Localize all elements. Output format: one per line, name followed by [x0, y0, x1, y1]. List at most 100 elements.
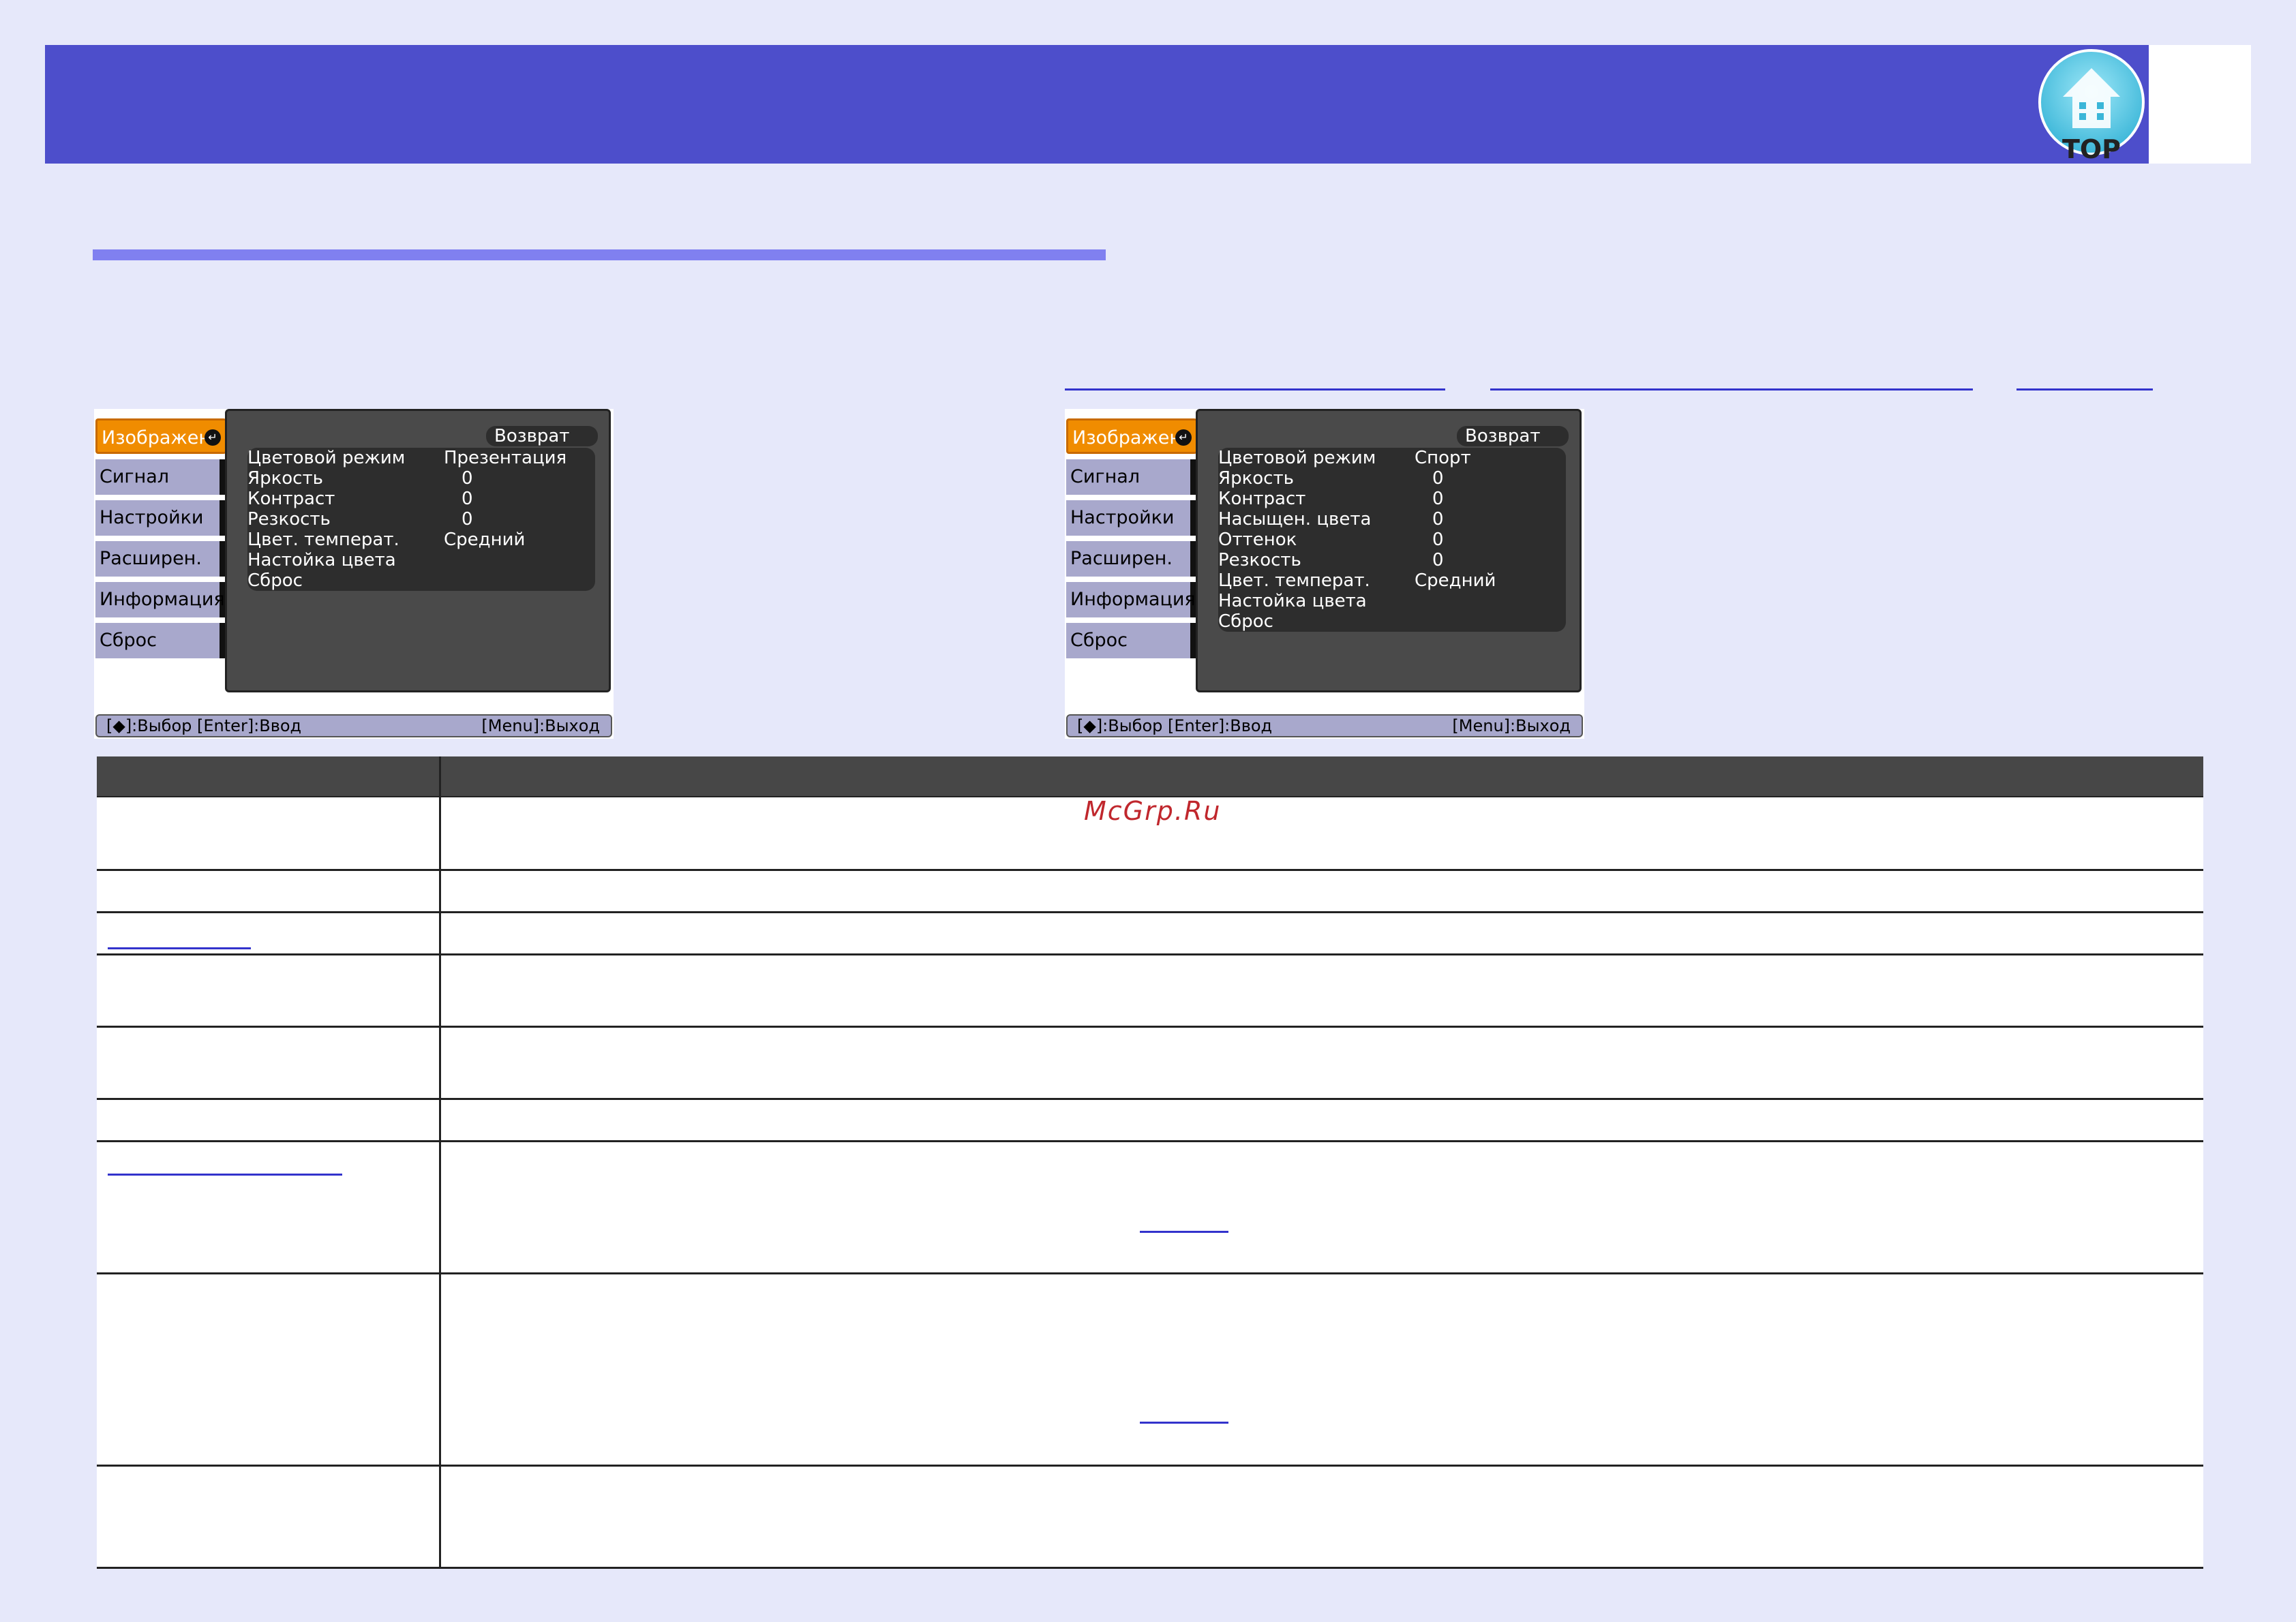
column-divider [439, 1274, 441, 1465]
sidebar-item-settings[interactable]: Настройки [95, 500, 226, 536]
sidebar-item-label: Информация [100, 589, 225, 610]
row-value: 0 [1432, 489, 1444, 509]
sidebar-item-label: Изображен. [1072, 427, 1188, 448]
menu-row[interactable]: Контраст 0 [247, 489, 595, 509]
column-divider [439, 913, 441, 953]
menu-row[interactable]: Насыщен. цвета 0 [1218, 509, 1566, 530]
row-value: Средний [1415, 570, 1496, 591]
header-bar [45, 45, 2149, 164]
column-divider [439, 1028, 441, 1098]
sidebar-item-reset[interactable]: Сброс [1066, 623, 1197, 658]
row-value: 0 [1432, 468, 1444, 489]
column-divider [439, 1467, 441, 1567]
sidebar-item-label: Расширен. [1070, 548, 1173, 569]
menu-row[interactable]: Настойка цвета [247, 550, 595, 570]
menu-row[interactable]: Резкость 0 [1218, 550, 1566, 570]
row-label: Яркость [1218, 468, 1294, 489]
menu-row[interactable]: Цветовой режим Презентация [247, 448, 595, 468]
projector-menu-left: Изображен. ↵ Сигнал Настройки Расширен. … [94, 409, 614, 739]
table-link[interactable] [1140, 1231, 1228, 1233]
row-value: 0 [462, 509, 473, 530]
sidebar-item-signal[interactable]: Сигнал [1066, 459, 1197, 495]
status-hint-left: [◆]:Выбор [Enter]:Ввод [1077, 716, 1273, 735]
row-label: Насыщен. цвета [1218, 509, 1372, 530]
table-link[interactable] [108, 1174, 342, 1176]
table-link[interactable] [108, 947, 251, 949]
row-label: Цветовой режим [1218, 448, 1376, 468]
sidebar-item-label: Настройки [100, 507, 204, 528]
menu-row[interactable]: Резкость 0 [247, 509, 595, 530]
top-home-icon[interactable]: TOP [2038, 48, 2147, 164]
back-button[interactable]: Возврат [486, 426, 598, 446]
sidebar-item-settings[interactable]: Настройки [1066, 500, 1197, 536]
row-label: Настойка цвета [247, 550, 396, 570]
table-row [97, 1028, 2203, 1100]
status-hint-left: [◆]:Выбор [Enter]:Ввод [106, 716, 302, 735]
table-row [97, 1100, 2203, 1142]
table-row [97, 871, 2203, 913]
sidebar-item-label: Настройки [1070, 507, 1175, 528]
row-label: Резкость [247, 509, 331, 530]
row-label: Сброс [1218, 611, 1273, 632]
table-link[interactable] [1140, 1422, 1228, 1424]
status-hint-right: [Menu]:Выход [1452, 716, 1571, 735]
menu-row[interactable]: Сброс [1218, 611, 1566, 632]
settings-table [97, 756, 2203, 1569]
row-value: 0 [462, 489, 473, 509]
sidebar-item-label: Сигнал [1070, 466, 1141, 487]
row-label: Цвет. температ. [1218, 570, 1370, 591]
menu-row[interactable]: Контраст 0 [1218, 489, 1566, 509]
row-label: Оттенок [1218, 530, 1297, 550]
section-title-rule [93, 249, 1106, 260]
sidebar-item-extended[interactable]: Расширен. [95, 541, 226, 577]
row-label: Цветовой режим [247, 448, 406, 468]
menu-row[interactable]: Яркость 0 [247, 468, 595, 489]
table-row [97, 1274, 2203, 1467]
link-underline-2[interactable] [1490, 388, 1973, 391]
sidebar-item-image[interactable]: Изображен. ↵ [1066, 418, 1197, 454]
sidebar-item-signal[interactable]: Сигнал [95, 459, 226, 495]
row-value: Спорт [1415, 448, 1471, 468]
menu-panel: Возврат Цветовой режим Спорт Яркость 0 Кон… [1196, 409, 1582, 692]
projector-menu-right: Изображен. ↵ Сигнал Настройки Расширен. … [1065, 409, 1584, 739]
row-value: Презентация [444, 448, 567, 468]
menu-row[interactable]: Сброс [247, 570, 595, 591]
table-row [97, 955, 2203, 1028]
sidebar-item-info[interactable]: Информация [1066, 582, 1197, 617]
menu-row[interactable]: Настойка цвета [1218, 591, 1566, 611]
menu-row[interactable]: Цвет. температ. Средний [247, 530, 595, 550]
sidebar-item-reset[interactable]: Сброс [95, 623, 226, 658]
menu-row[interactable]: Цветовой режим Спорт [1218, 448, 1566, 468]
top-label: TOP [2062, 134, 2121, 164]
sidebar-item-extended[interactable]: Расширен. [1066, 541, 1197, 577]
row-value: 0 [462, 468, 473, 489]
row-value: 0 [1432, 509, 1444, 530]
menu-row[interactable]: Цвет. температ. Средний [1218, 570, 1566, 591]
header-right-block [2149, 45, 2251, 164]
sidebar-item-info[interactable]: Информация [95, 582, 226, 617]
menu-rows: Цветовой режим Спорт Яркость 0 Контраст 0 Н… [1218, 448, 1566, 632]
row-value: 0 [1432, 530, 1444, 550]
sidebar-item-label: Сигнал [100, 466, 170, 487]
menu-panel: Возврат Цветовой режим Презентация Яркост… [225, 409, 611, 692]
menu-row[interactable]: Оттенок 0 [1218, 530, 1566, 550]
row-label: Настойка цвета [1218, 591, 1367, 611]
table-row [97, 1142, 2203, 1274]
menu-rows: Цветовой режим Презентация Яркость 0 Контр… [247, 448, 595, 591]
back-button[interactable]: Возврат [1457, 426, 1569, 446]
sidebar-item-label: Расширен. [100, 548, 202, 569]
table-header [97, 756, 2203, 797]
row-label: Контраст [1218, 489, 1306, 509]
menu-row[interactable]: Яркость 0 [1218, 468, 1566, 489]
status-bar: [◆]:Выбор [Enter]:Ввод [Menu]:Выход [95, 714, 612, 737]
watermark: McGrp.Ru [1084, 796, 1222, 826]
status-hint-right: [Menu]:Выход [481, 716, 600, 735]
table-row [97, 913, 2203, 955]
sidebar-item-image[interactable]: Изображен. ↵ [95, 418, 226, 454]
sidebar-item-label: Сброс [100, 630, 157, 651]
link-underline-1[interactable] [1065, 388, 1445, 391]
row-label: Цвет. температ. [247, 530, 399, 550]
column-divider [439, 756, 441, 796]
link-underline-3[interactable] [2016, 388, 2153, 391]
sidebar-item-label: Изображен. [102, 427, 217, 448]
